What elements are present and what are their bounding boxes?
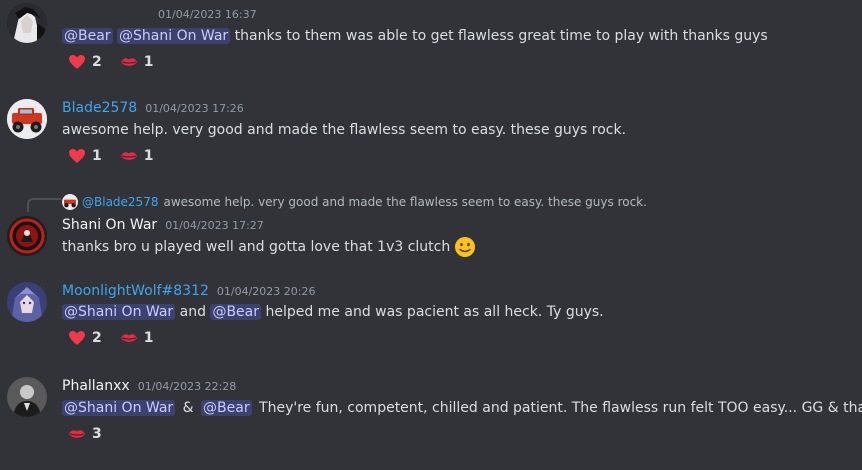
avatar[interactable] [7,99,47,139]
username[interactable]: MoonlightWolf#8312 [62,283,209,299]
reaction-count: 2 [92,54,102,70]
timestamp: 01/04/2023 17:26 [145,102,244,115]
username[interactable]: Blade2578 [62,100,137,116]
lips-icon [120,334,137,342]
username[interactable]: Shani On War [62,217,157,233]
reaction-lips[interactable]: 1 [113,144,160,168]
anime-avatar-icon [7,3,47,43]
anime-avatar-icon [7,282,47,322]
lips-icon [120,58,137,66]
reply-mention[interactable]: @Blade2578 [82,195,158,209]
mention[interactable]: @Bear [210,304,261,320]
truck-avatar-icon [62,194,78,210]
message-content: thanks bro u played well and gotta love … [62,236,476,258]
message-header: 01/04/2023 16:37 [158,8,257,21]
person-avatar-icon [7,377,47,417]
message-header: MoonlightWolf#8312 01/04/2023 20:26 [62,283,316,299]
truck-avatar-icon [7,99,47,139]
message-text: They're fun, competent, chilled and pati… [259,400,862,416]
reaction-lips[interactable]: 3 [62,422,108,446]
reactions: 3 [62,422,108,446]
reaction-count: 1 [92,148,102,164]
reaction-count: 1 [143,148,154,164]
message-text: awesome help. very good and made the fla… [62,122,627,138]
message-content: @Shani On War and @Bear helped me and wa… [62,302,604,322]
joiner-text: & [182,400,194,416]
reaction-lips[interactable]: 1 [113,50,160,74]
timestamp: 01/04/2023 20:26 [216,285,316,298]
heart-icon [69,149,85,163]
message-content: @Shani On War & @Bear They're fun, compe… [62,398,862,418]
message-text: helped me and was pacient as all heck. T… [265,304,604,320]
avatar[interactable] [7,216,47,256]
avatar[interactable] [7,282,47,322]
reply-text: awesome help. very good and made the fla… [163,195,647,209]
reaction-count: 3 [92,426,102,442]
reply-avatar [62,194,78,210]
mention[interactable]: @Shani On War [117,28,231,44]
timestamp: 01/04/2023 22:28 [137,380,237,393]
lips-icon [69,430,85,438]
reaction-heart[interactable]: 2 [62,50,108,74]
joiner-text: and [179,304,206,320]
reply-spine [27,198,61,212]
reaction-count: 1 [143,330,154,346]
message-content: awesome help. very good and made the fla… [62,120,626,140]
message-text: thanks to them was able to get flawless … [234,28,768,44]
reaction-heart[interactable]: 1 [62,144,108,168]
avatar[interactable] [7,377,47,417]
reaction-lips[interactable]: 1 [113,326,160,350]
lips-icon [120,152,137,160]
heart-icon [69,55,85,69]
timestamp: 01/04/2023 16:37 [158,8,257,21]
mention[interactable]: @Bear [201,400,252,416]
message-text: thanks bro u played well and gotta love … [62,239,451,255]
username[interactable]: Phallanxx [62,378,130,394]
reaction-heart[interactable]: 2 [62,326,108,350]
message-header: Blade2578 01/04/2023 17:26 [62,100,244,116]
avatar[interactable] [7,3,47,43]
reactions: 2 1 [62,326,160,350]
message-content: @Bear @Shani On War thanks to them was a… [62,26,768,46]
slightly-smiling-face-icon [455,237,476,257]
mention[interactable]: @Shani On War [62,304,176,320]
reactions: 1 1 [62,144,160,168]
reaction-count: 1 [143,54,154,70]
mention[interactable]: @Bear [62,28,113,44]
mention[interactable]: @Shani On War [62,400,176,416]
timestamp: 01/04/2023 17:27 [165,219,264,232]
reactions: 2 1 [62,50,160,74]
message-header: Shani On War 01/04/2023 17:27 [62,217,264,233]
logo-avatar-icon [7,216,47,256]
reply-preview[interactable]: @Blade2578 awesome help. very good and m… [62,194,647,210]
message-header: Phallanxx 01/04/2023 22:28 [62,378,236,394]
reaction-count: 2 [92,330,102,346]
heart-icon [69,331,85,345]
